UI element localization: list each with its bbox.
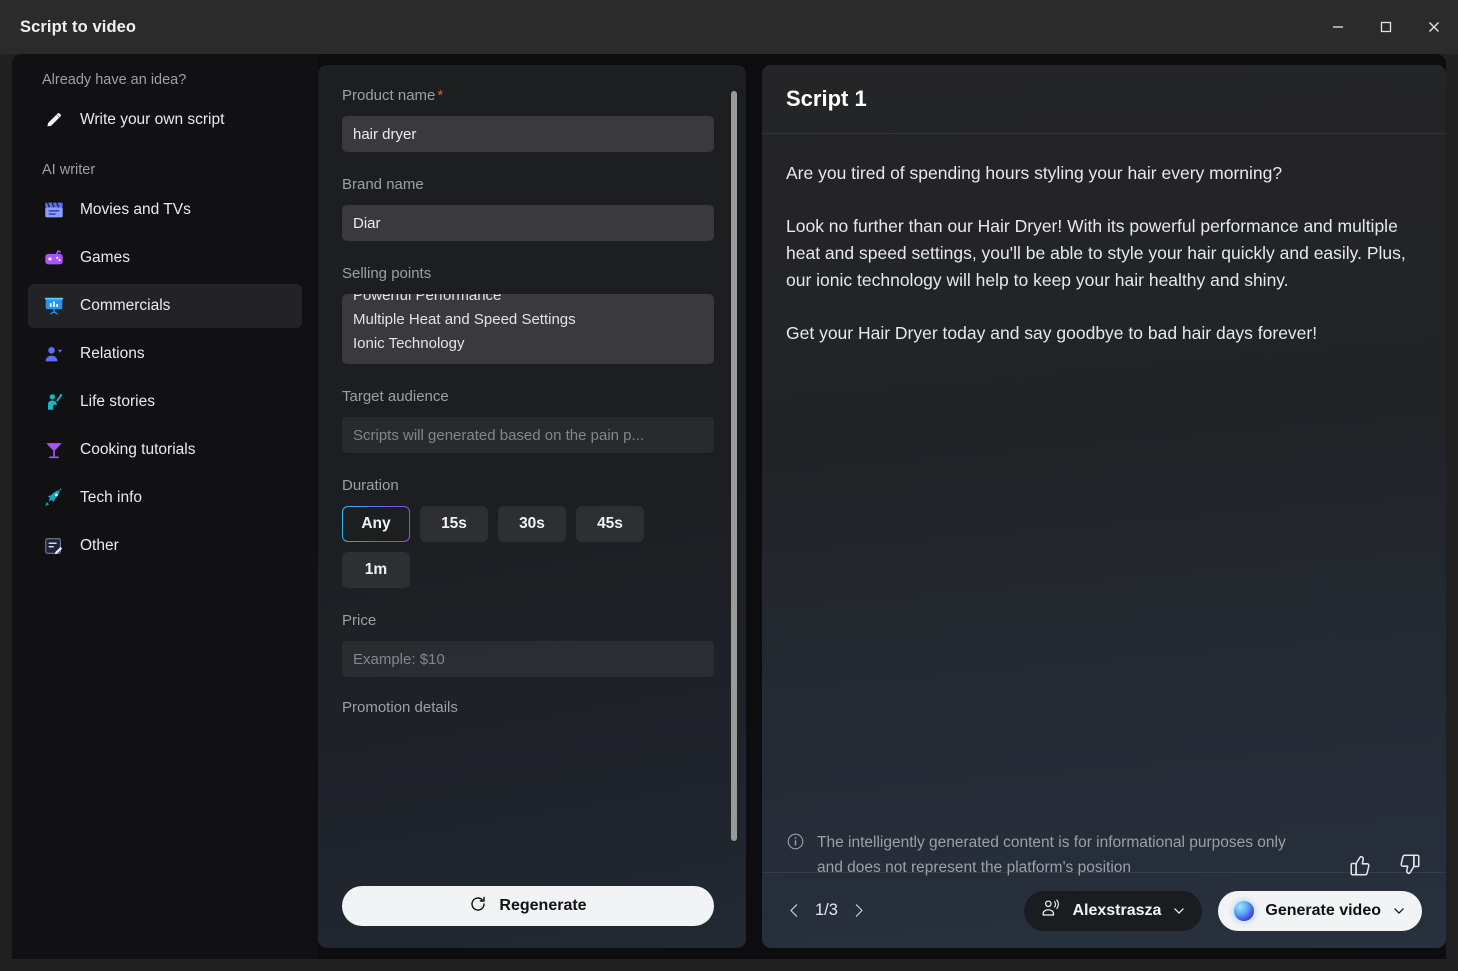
- person-wave-icon: [42, 390, 66, 414]
- form-scroll-area: Product name * hair dryer Brand name Diar…: [318, 65, 746, 858]
- sidebar-item-label: Life stories: [80, 393, 155, 410]
- refresh-icon: [469, 895, 487, 918]
- brand-name-input[interactable]: Diar: [342, 205, 714, 241]
- page-counter: 1/3: [815, 901, 838, 919]
- sidebar-item-label: Cooking tutorials: [80, 441, 196, 458]
- note-edit-icon: [42, 534, 66, 558]
- sidebar-item-label: Movies and TVs: [80, 201, 191, 218]
- sidebar-item-label: Tech info: [80, 489, 143, 506]
- duration-options: Any 15s 30s 45s 1m: [342, 506, 714, 588]
- duration-option-30s[interactable]: 30s: [498, 506, 566, 542]
- form-scrollbar[interactable]: [731, 91, 737, 841]
- script-footer: 1/3 Alexstrasza Generate video: [762, 872, 1446, 948]
- sidebar-item-write-your-own-script[interactable]: Write your own script: [28, 98, 302, 142]
- sidebar-item-commercials[interactable]: Commercials: [28, 284, 302, 328]
- regenerate-label: Regenerate: [499, 897, 587, 914]
- form-panel: Product name * hair dryer Brand name Diar…: [318, 65, 746, 948]
- sidebar-item-other[interactable]: Other: [28, 524, 302, 568]
- script-paragraph: Get your Hair Dryer today and say goodby…: [786, 323, 1318, 343]
- presentation-icon: [42, 294, 66, 318]
- clapperboard-icon: [42, 198, 66, 222]
- sidebar: Already have an idea? Write your own scr…: [12, 54, 318, 959]
- product-name-label-text: Product name: [342, 87, 436, 104]
- voice-selector-button[interactable]: Alexstrasza: [1024, 890, 1203, 931]
- maximize-button[interactable]: [1362, 0, 1410, 54]
- close-icon: [1429, 22, 1439, 32]
- people-icon: [42, 342, 66, 366]
- cocktail-icon: [42, 438, 66, 462]
- script-pagination: 1/3: [786, 901, 867, 920]
- selling-point-line: Multiple Heat and Speed Settings: [353, 311, 576, 328]
- sidebar-item-label: Other: [80, 537, 119, 554]
- sidebar-section-idea: Already have an idea?: [42, 72, 187, 88]
- sidebar-item-label: Relations: [80, 345, 145, 362]
- window-body: Already have an idea? Write your own scr…: [0, 54, 1458, 971]
- generate-video-button[interactable]: Generate video: [1218, 890, 1422, 931]
- required-asterisk: *: [437, 87, 444, 104]
- target-audience-input[interactable]: Scripts will generated based on the pain…: [342, 417, 714, 453]
- selling-points-textarea[interactable]: Powerful Performance Multiple Heat and S…: [342, 294, 714, 364]
- sidebar-item-cooking-tutorials[interactable]: Cooking tutorials: [28, 428, 302, 472]
- chevron-left-icon[interactable]: [786, 902, 803, 919]
- content-shell: Already have an idea? Write your own scr…: [12, 54, 1446, 959]
- close-button[interactable]: [1410, 0, 1458, 54]
- target-audience-label: Target audience: [342, 388, 449, 405]
- info-icon: [786, 832, 805, 856]
- duration-option-any[interactable]: Any: [342, 506, 410, 542]
- minimize-button[interactable]: [1314, 0, 1362, 54]
- sidebar-section-ai-writer: AI writer: [42, 162, 96, 178]
- regenerate-button[interactable]: Regenerate: [342, 886, 714, 926]
- sidebar-item-label: Games: [80, 249, 130, 266]
- voice-name-label: Alexstrasza: [1072, 901, 1162, 919]
- duration-option-15s[interactable]: 15s: [420, 506, 488, 542]
- sidebar-item-tech-info[interactable]: Tech info: [28, 476, 302, 520]
- script-panel: Script 1 Are you tired of spending hours…: [762, 65, 1446, 948]
- generate-video-label: Generate video: [1265, 901, 1381, 919]
- minimize-icon: [1333, 26, 1343, 28]
- price-input[interactable]: Example: $10: [342, 641, 714, 677]
- rocket-icon: [42, 486, 66, 510]
- pencil-icon: [42, 108, 66, 132]
- product-name-label: Product name *: [342, 87, 722, 104]
- brand-name-label: Brand name: [342, 176, 424, 193]
- ai-orb-icon: [1234, 900, 1255, 921]
- maximize-icon: [1380, 21, 1392, 33]
- selling-points-label: Selling points: [342, 265, 432, 282]
- duration-label: Duration: [342, 477, 399, 494]
- sidebar-item-life-stories[interactable]: Life stories: [28, 380, 302, 424]
- chevron-down-icon[interactable]: [1172, 904, 1186, 918]
- duration-option-1m[interactable]: 1m: [342, 552, 410, 588]
- window-title: Script to video: [20, 17, 137, 36]
- sidebar-item-relations[interactable]: Relations: [28, 332, 302, 376]
- sidebar-item-label: Commercials: [80, 297, 171, 314]
- price-label: Price: [342, 612, 377, 629]
- voice-person-icon: [1040, 898, 1061, 924]
- chevron-down-icon[interactable]: [1392, 904, 1406, 918]
- gamepad-icon: [42, 246, 66, 270]
- selling-point-line: Powerful Performance: [353, 294, 502, 304]
- script-paragraph: Are you tired of spending hours styling …: [786, 163, 1283, 183]
- product-name-input[interactable]: hair dryer: [342, 116, 714, 152]
- chevron-right-icon[interactable]: [850, 902, 867, 919]
- selling-point-line: Ionic Technology: [353, 335, 465, 352]
- script-paragraph: Look no further than our Hair Dryer! Wit…: [786, 216, 1406, 290]
- window-controls: [1314, 0, 1458, 54]
- regenerate-container: Regenerate: [342, 886, 714, 926]
- promotion-details-label: Promotion details: [342, 699, 458, 716]
- script-title: Script 1: [786, 86, 867, 111]
- sidebar-item-label: Write your own script: [80, 111, 225, 128]
- script-header: Script 1: [762, 65, 1446, 134]
- script-content[interactable]: Are you tired of spending hours styling …: [762, 134, 1446, 746]
- footer-actions: Alexstrasza Generate video: [1024, 890, 1422, 931]
- sidebar-item-games[interactable]: Games: [28, 236, 302, 280]
- window-titlebar: Script to video: [0, 0, 1458, 54]
- sidebar-item-movies-and-tvs[interactable]: Movies and TVs: [28, 188, 302, 232]
- duration-option-45s[interactable]: 45s: [576, 506, 644, 542]
